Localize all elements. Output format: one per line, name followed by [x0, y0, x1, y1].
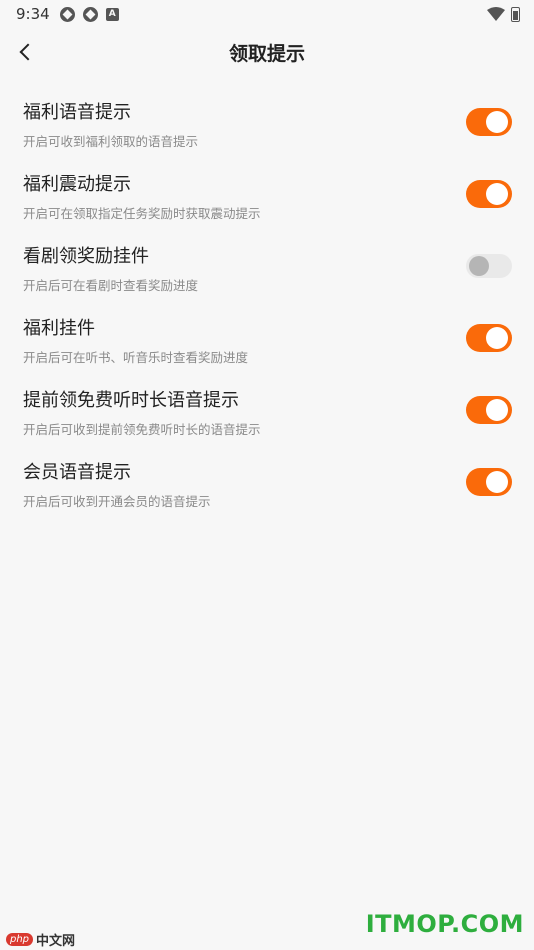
status-time: 9:34 — [16, 5, 50, 23]
setting-row-welfare-widget: 福利挂件 开启后可在听书、听音乐时查看奖励进度 — [0, 304, 534, 376]
toggle-knob — [469, 256, 489, 276]
setting-desc: 开启后可在听书、听音乐时查看奖励进度 — [23, 350, 249, 365]
battery-icon — [511, 6, 520, 22]
toggle-knob — [486, 111, 508, 133]
setting-title: 提前领免费听时长语音提示 — [23, 390, 239, 411]
setting-desc: 开启后可收到开通会员的语音提示 — [23, 494, 211, 509]
setting-title: 福利语音提示 — [23, 102, 131, 123]
status-right — [487, 6, 520, 22]
a-icon: A — [105, 7, 119, 21]
early-listen-voice-toggle[interactable] — [466, 396, 512, 424]
toggle-knob — [486, 399, 508, 421]
itmop-watermark: ITMOP.COM — [365, 910, 524, 938]
drama-widget-toggle[interactable] — [466, 254, 512, 278]
settings-list: 福利语音提示 开启可收到福利领取的语音提示 福利震动提示 开启可在领取指定任务奖… — [0, 88, 534, 520]
welfare-voice-toggle[interactable] — [466, 108, 512, 136]
welfare-vibrate-toggle[interactable] — [466, 180, 512, 208]
setting-row-early-listen-voice: 提前领免费听时长语音提示 开启后可收到提前领免费听时长的语音提示 — [0, 376, 534, 448]
setting-title: 看剧领奖励挂件 — [23, 246, 149, 267]
setting-row-welfare-voice: 福利语音提示 开启可收到福利领取的语音提示 — [0, 88, 534, 160]
member-voice-toggle[interactable] — [466, 468, 512, 496]
chevron-left-icon — [19, 43, 37, 61]
php-watermark-text: 中文网 — [36, 934, 76, 949]
toggle-knob — [486, 327, 508, 349]
setting-desc: 开启后可在看剧时查看奖励进度 — [23, 278, 199, 293]
setting-desc: 开启后可收到提前领免费听时长的语音提示 — [23, 422, 261, 437]
setting-desc: 开启可在领取指定任务奖励时获取震动提示 — [23, 206, 261, 221]
php-watermark: php 中文网 — [6, 930, 75, 949]
setting-row-member-voice: 会员语音提示 开启后可收到开通会员的语音提示 — [0, 448, 534, 520]
app-icon-2 — [82, 6, 98, 22]
setting-title: 会员语音提示 — [23, 462, 131, 483]
status-bar: 9:34 A — [0, 0, 534, 28]
toggle-knob — [486, 471, 508, 493]
setting-row-drama-widget: 看剧领奖励挂件 开启后可在看剧时查看奖励进度 — [0, 232, 534, 304]
app-icon-1 — [59, 6, 75, 22]
back-button[interactable] — [10, 36, 42, 68]
php-badge: php — [6, 933, 34, 946]
welfare-widget-toggle[interactable] — [466, 324, 512, 352]
setting-title: 福利震动提示 — [23, 174, 131, 195]
page-title: 领取提示 — [228, 42, 305, 65]
toggle-knob — [486, 183, 508, 205]
wifi-icon — [487, 7, 505, 21]
setting-row-welfare-vibrate: 福利震动提示 开启可在领取指定任务奖励时获取震动提示 — [0, 160, 534, 232]
setting-desc: 开启可收到福利领取的语音提示 — [23, 134, 199, 149]
setting-title: 福利挂件 — [23, 318, 95, 339]
nav-bar: 领取提示 — [0, 28, 534, 76]
